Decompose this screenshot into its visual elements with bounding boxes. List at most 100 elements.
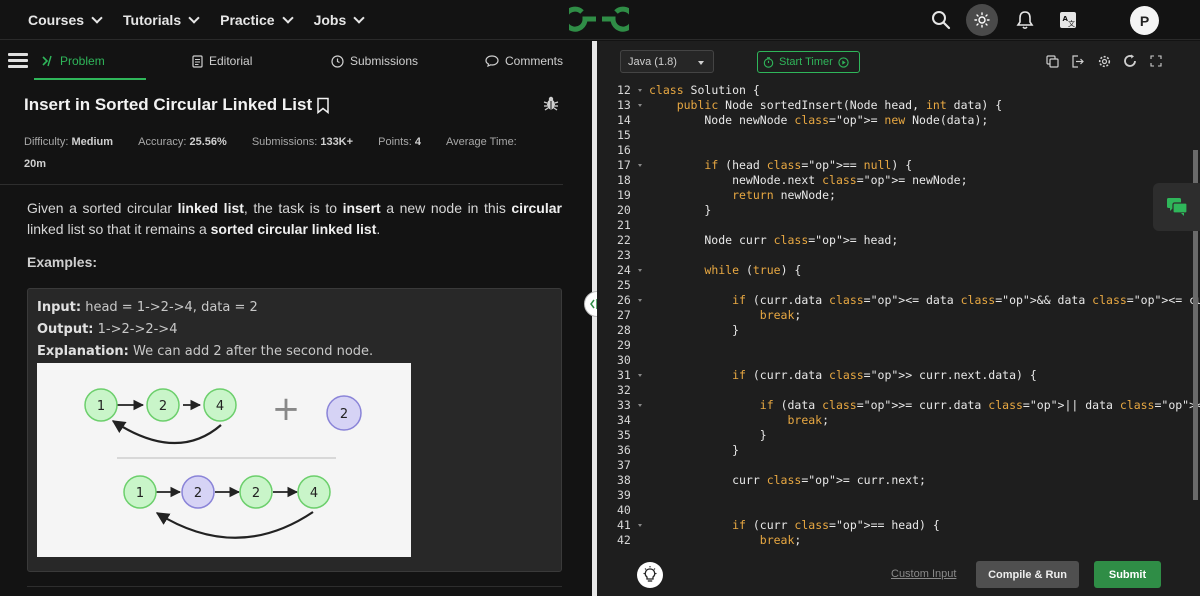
line-number: 19 [617, 188, 631, 202]
code-line: } [649, 323, 740, 337]
report-bug-icon[interactable] [543, 95, 559, 116]
code-line: if (curr.data class="op"><= data class="… [732, 293, 1200, 307]
line-number: 30 [617, 353, 631, 367]
bookmark-icon[interactable] [316, 97, 330, 114]
line-number: 39 [617, 488, 631, 502]
reset-icon[interactable] [1122, 53, 1138, 69]
code-line: if (data class="op">>= curr.data class="… [759, 398, 1200, 412]
code-line: if (head class="op">== null) { [704, 158, 913, 172]
start-timer-button[interactable]: Start Timer [757, 51, 860, 73]
code-line: } [649, 203, 712, 217]
editor-toolbar: Java (1.8) Start Timer [597, 41, 1200, 82]
line-number: 29 [617, 338, 631, 352]
tab-editorial[interactable]: Editorial [192, 41, 252, 81]
problem-meta: Difficulty: Medium Accuracy: 25.56% Subm… [24, 131, 564, 175]
fold-arrow-icon[interactable] [638, 164, 642, 167]
example-input: Input: head = 1->2->4, data = 2 [37, 300, 258, 315]
problem-tabs: Problem Editorial Submissions Comments [0, 41, 590, 81]
fold-arrow-icon[interactable] [638, 404, 642, 407]
line-number: 14 [617, 113, 631, 127]
line-number: 40 [617, 503, 631, 517]
example-explanation: Explanation: We can add 2 after the seco… [37, 344, 374, 359]
linked-list-diagram: 1 2 4 + 2 1 2 2 4 [37, 363, 411, 557]
fold-arrow-icon[interactable] [638, 374, 642, 377]
language-select[interactable]: Java (1.8) [620, 50, 714, 73]
submit-button[interactable]: Submit [1094, 561, 1161, 588]
line-number-gutter: 12 13 14 15 16 17 18 19 20 21 22 23 24 25 26 27 28 29 30 31… [597, 82, 643, 552]
line-number: 22 [617, 233, 631, 247]
app: Courses Tutorials Practice Jobs A 文 P Pr… [0, 0, 1200, 596]
divider-line [27, 586, 562, 587]
problem-title: Insert in Sorted Circular Linked List [24, 95, 330, 115]
code-line: return newNode; [732, 188, 836, 202]
menu-icon[interactable] [8, 53, 28, 69]
compile-run-button[interactable]: Compile & Run [976, 561, 1079, 588]
node-label: 4 [310, 486, 318, 501]
hint-button[interactable] [637, 562, 663, 588]
chat-button[interactable] [1153, 183, 1200, 231]
bell-icon[interactable] [1015, 0, 1035, 40]
active-tab-indicator [34, 78, 146, 80]
problem-title-text: Insert in Sorted Circular Linked List [24, 95, 313, 114]
search-icon[interactable] [930, 0, 952, 40]
chevron-down-icon [188, 12, 200, 24]
tab-submissions-label: Submissions [350, 54, 419, 68]
line-number: 20 [617, 203, 631, 217]
fold-arrow-icon[interactable] [638, 524, 642, 527]
line-number: 32 [617, 383, 631, 397]
chevron-down-icon [281, 12, 294, 24]
code-line: curr class="op">= curr.next; [649, 473, 926, 487]
tab-editorial-label: Editorial [209, 54, 253, 68]
code-line: Node curr class="op">= head; [649, 233, 899, 247]
code-line: break; [787, 413, 830, 427]
fold-arrow-icon[interactable] [638, 104, 642, 107]
nav-courses[interactable]: Courses [28, 12, 103, 28]
avatar[interactable]: P [1130, 6, 1159, 35]
code-line: class Solution { [649, 83, 760, 97]
node-label: 2 [159, 399, 167, 414]
code-editor[interactable]: 12 13 14 15 16 17 18 19 20 21 22 23 24 25 26 27 28 29 30 31… [597, 82, 1200, 552]
chevron-down-icon [353, 12, 365, 24]
settings-icon[interactable] [1096, 53, 1112, 69]
export-icon[interactable] [1069, 53, 1085, 69]
average-time: Average Time: [446, 136, 517, 148]
theme-toggle-button[interactable] [966, 4, 998, 36]
nav-courses-label: Courses [28, 12, 85, 28]
fold-arrow-icon[interactable] [638, 299, 642, 302]
code-line: } [649, 428, 767, 442]
fullscreen-icon[interactable] [1148, 53, 1164, 69]
timer-icon [763, 56, 774, 68]
tab-problem[interactable]: Problem [42, 41, 105, 81]
fold-arrow-icon[interactable] [638, 269, 642, 272]
nav-jobs-label: Jobs [313, 12, 347, 28]
nav-menu: Courses Tutorials Practice Jobs [28, 0, 365, 40]
difficulty: Difficulty: Medium [24, 136, 114, 148]
code-line: break; [759, 308, 802, 322]
language-value: Java (1.8) [628, 55, 677, 68]
code-line: } [649, 443, 740, 457]
bottom-list: 1 2 2 4 [123, 475, 331, 539]
node-label: 4 [216, 399, 224, 414]
nav-practice[interactable]: Practice [220, 12, 294, 28]
copy-icon[interactable] [1044, 53, 1060, 69]
tab-problem-label: Problem [60, 54, 105, 68]
translate-icon[interactable]: A文 [1058, 0, 1078, 40]
line-number: 21 [617, 218, 631, 232]
editor-panel: Java (1.8) Start Timer 12 13 14 15 16 17… [597, 41, 1200, 596]
tab-comments[interactable]: Comments [485, 41, 563, 81]
code-line: break; [759, 533, 802, 547]
tab-submissions[interactable]: Submissions [331, 41, 418, 81]
start-timer-label: Start Timer [779, 56, 833, 68]
code-line: public Node sortedInsert(Node head, int … [676, 98, 1003, 112]
gfg-logo[interactable] [569, 4, 629, 34]
problem-panel: Problem Editorial Submissions Comments I… [0, 41, 590, 596]
divider-line [0, 184, 563, 185]
nav-tutorials-label: Tutorials [123, 12, 182, 28]
custom-input-link[interactable]: Custom Input [891, 568, 956, 580]
line-number: 42 [617, 533, 631, 547]
nav-jobs[interactable]: Jobs [313, 12, 365, 28]
new-node-label: 2 [340, 407, 348, 422]
line-number: 25 [617, 278, 631, 292]
fold-arrow-icon[interactable] [638, 89, 642, 92]
nav-tutorials[interactable]: Tutorials [123, 12, 200, 28]
